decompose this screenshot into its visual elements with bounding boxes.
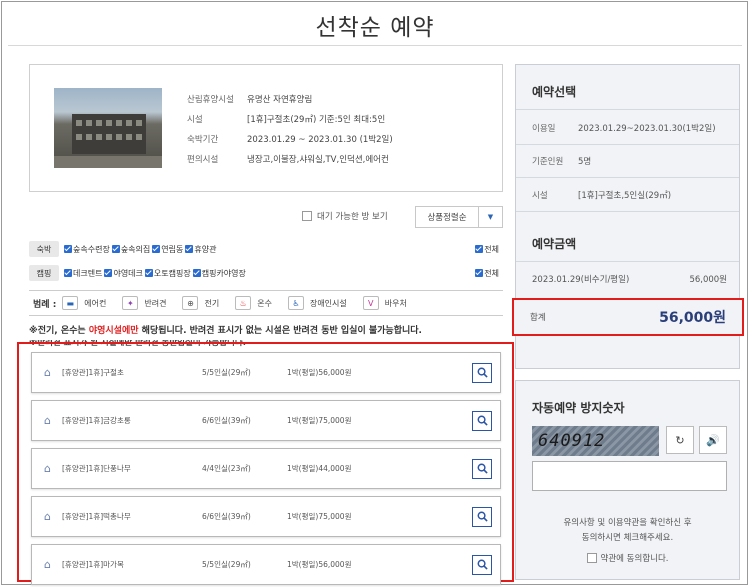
category-checkbox[interactable]: 숲속의집 bbox=[111, 244, 150, 255]
facility-row-amenities: 편의시설 냉장고,이불장,샤워실,TV,인덕션,에어컨 bbox=[187, 155, 389, 165]
accessible-icon: ♿ bbox=[287, 296, 304, 310]
home-icon: ⌂ bbox=[44, 366, 51, 379]
category-checkbox[interactable]: 연립동 bbox=[152, 244, 183, 255]
room-price: 1박(평일)56,000원 bbox=[287, 368, 352, 377]
reservation-people: 기준인원 5명 bbox=[532, 157, 592, 167]
captcha-heading: 자동예약 방지숫자 bbox=[532, 401, 625, 415]
room-capacity: 5/5인실(29㎡) bbox=[202, 560, 251, 569]
category-checkbox[interactable]: 숲속수련장 bbox=[64, 244, 110, 255]
room-capacity: 4/4인실(23㎡) bbox=[202, 464, 251, 473]
sort-select[interactable]: 상품정렬순 ▼ bbox=[415, 206, 503, 228]
room-name: [휴양관]1휴]마가목 bbox=[62, 560, 124, 569]
legend: 범례 : ▬ 에어컨 ✦ 반려견 ⊕ 전기 ♨ 온수 ♿ 장애인시설 V 바우처 bbox=[29, 290, 503, 316]
category-row-lodging: 숙박 숲속수련장 숲속의집 연립동 휴양관 전체 bbox=[29, 240, 503, 258]
room-price: 1박(평일)75,000원 bbox=[287, 416, 352, 425]
legend-item: ✦ 반려견 bbox=[122, 296, 166, 310]
sort-select-value: 상품정렬순 bbox=[427, 213, 467, 223]
room-name: [휴양관]1휴]떡총나무 bbox=[62, 512, 131, 521]
amount-line: 2023.01.29(비수기/평일) 56,000원 bbox=[532, 275, 727, 285]
facility-row-facility: 시설 [1휴]구절초(29㎡) 기준:5인 최대:5인 bbox=[187, 115, 386, 125]
room-item[interactable]: ⌂ [휴양관]1휴]마가목 5/5인실(29㎡) 1박(평일)56,000원 bbox=[31, 544, 501, 585]
reservation-facility: 시설 [1휴]구절초,5인실(29㎡) bbox=[532, 191, 672, 201]
home-icon: ⌂ bbox=[44, 510, 51, 523]
title-divider bbox=[8, 45, 742, 46]
chevron-down-icon[interactable]: ▼ bbox=[478, 207, 502, 227]
waitable-rooms-toggle[interactable]: 대기 가능한 방 보기 bbox=[302, 210, 388, 222]
room-list: ⌂ [휴양관]1휴]구절초 5/5인실(29㎡) 1박(평일)56,000원 ⌂… bbox=[17, 342, 514, 585]
room-name: [휴양관]1휴]구절초 bbox=[62, 368, 124, 377]
legend-item: ▬ 에어컨 bbox=[62, 296, 106, 310]
captcha-input[interactable] bbox=[532, 461, 727, 491]
home-icon: ⌂ bbox=[44, 414, 51, 427]
captcha-panel: 자동예약 방지숫자 640912 ↻ 🔊 유의사항 및 이용약관을 확인하신 후… bbox=[515, 380, 740, 580]
category-tag-lodging: 숙박 bbox=[29, 241, 59, 257]
room-name: [휴양관]1휴]금강초롱 bbox=[62, 416, 131, 425]
notice-electric-water: ※전기, 온수는 야영시설에만 해당됩니다. 반려견 표시가 없는 시설은 반려… bbox=[29, 326, 422, 336]
waitable-label: 대기 가능한 방 보기 bbox=[317, 212, 388, 222]
room-price: 1박(평일)44,000원 bbox=[287, 464, 352, 473]
room-capacity: 5/5인실(29㎡) bbox=[202, 368, 251, 377]
home-icon: ⌂ bbox=[44, 558, 51, 571]
hot-water-icon: ♨ bbox=[235, 296, 252, 310]
voucher-icon: V bbox=[362, 296, 379, 310]
category-checkbox[interactable]: 야영데크 bbox=[104, 268, 143, 279]
air-conditioner-icon: ▬ bbox=[62, 296, 79, 310]
amount-heading: 예약금액 bbox=[532, 237, 577, 251]
reservation-heading: 예약선택 bbox=[532, 85, 577, 99]
category-row-camping: 캠핑 데크텐트 야영데크 오토캠핑장 캠핑카야영장 전체 bbox=[29, 264, 503, 282]
search-icon[interactable] bbox=[472, 458, 492, 479]
category-checkbox[interactable]: 휴양관 bbox=[185, 244, 216, 255]
page-title: 선착순 예약 bbox=[315, 15, 435, 41]
legend-item: ♨ 온수 bbox=[235, 296, 272, 310]
reservation-period: 이용일 2023.01.29~2023.01.30(1박2일) bbox=[532, 124, 716, 134]
speaker-icon[interactable]: 🔊 bbox=[699, 426, 727, 454]
facility-info-card: 산림휴양시설 유명산 자연휴양림 시설 [1휴]구절초(29㎡) 기준:5인 최대:… bbox=[29, 64, 503, 192]
legend-item: ♿ 장애인시설 bbox=[287, 296, 347, 310]
total-amount-box: 합계 56,000원 bbox=[512, 298, 744, 336]
room-capacity: 6/6인실(39㎡) bbox=[202, 416, 251, 425]
category-checkbox[interactable]: 오토캠핑장 bbox=[144, 268, 191, 279]
facility-row-period: 숙박기간 2023.01.29 ~ 2023.01.30 (1박2일) bbox=[187, 135, 393, 145]
search-icon[interactable] bbox=[472, 506, 492, 527]
pet-icon: ✦ bbox=[122, 296, 139, 310]
refresh-icon[interactable]: ↻ bbox=[666, 426, 694, 454]
room-price: 1박(평일)75,000원 bbox=[287, 512, 352, 521]
legend-item: V 바우처 bbox=[362, 296, 407, 310]
room-item[interactable]: ⌂ [휴양관]1휴]구절초 5/5인실(29㎡) 1박(평일)56,000원 bbox=[31, 352, 501, 393]
room-price: 1박(평일)56,000원 bbox=[287, 560, 352, 569]
waitable-checkbox[interactable] bbox=[302, 211, 312, 221]
room-item[interactable]: ⌂ [휴양관]1휴]단풍나무 4/4인실(23㎡) 1박(평일)44,000원 bbox=[31, 448, 501, 489]
terms-notice: 유의사항 및 이용약관을 확인하신 후 동의하시면 체크해주세요. bbox=[563, 518, 692, 543]
facility-photo bbox=[54, 88, 162, 168]
category-tag-camping: 캠핑 bbox=[29, 265, 59, 281]
terms-agree[interactable]: 약관에 동의합니다. bbox=[516, 552, 739, 564]
room-item[interactable]: ⌂ [휴양관]1휴]떡총나무 6/6인실(39㎡) 1박(평일)75,000원 bbox=[31, 496, 501, 537]
facility-row-site: 산림휴양시설 유명산 자연휴양림 bbox=[187, 95, 313, 105]
category-all-checkbox[interactable]: 전체 bbox=[475, 244, 499, 255]
terms-agree-label: 약관에 동의합니다. bbox=[600, 554, 669, 564]
captcha-image: 640912 bbox=[532, 426, 659, 456]
home-icon: ⌂ bbox=[44, 462, 51, 475]
room-item[interactable]: ⌂ [휴양관]1휴]금강초롱 6/6인실(39㎡) 1박(평일)75,000원 bbox=[31, 400, 501, 441]
search-icon[interactable] bbox=[472, 410, 492, 431]
terms-agree-checkbox[interactable] bbox=[586, 553, 597, 563]
category-checkbox[interactable]: 데크텐트 bbox=[64, 268, 102, 279]
legend-title: 범례 : bbox=[33, 299, 57, 310]
search-icon[interactable] bbox=[472, 362, 492, 383]
legend-item: ⊕ 전기 bbox=[182, 296, 219, 310]
category-checkbox[interactable]: 캠핑카야영장 bbox=[192, 268, 246, 279]
total-label: 합계 bbox=[530, 313, 546, 323]
total-value: 56,000원 bbox=[659, 310, 726, 326]
search-icon[interactable] bbox=[472, 554, 492, 575]
category-all-checkbox[interactable]: 전체 bbox=[475, 268, 499, 279]
room-name: [휴양관]1휴]단풍나무 bbox=[62, 464, 131, 473]
room-capacity: 6/6인실(39㎡) bbox=[202, 512, 251, 521]
electric-icon: ⊕ bbox=[182, 296, 199, 310]
